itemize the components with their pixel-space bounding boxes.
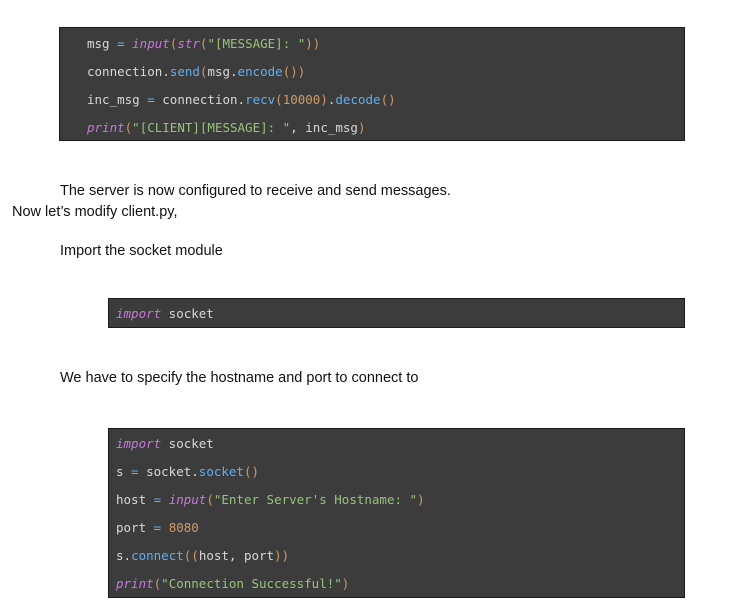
- paragraph-modify-client: Now let’s modify client.py,: [12, 204, 178, 220]
- code-token: =: [139, 92, 163, 107]
- code-token: 8080: [168, 520, 199, 535]
- code-token: s: [116, 548, 124, 563]
- code-token: input: [132, 36, 170, 51]
- code-token: 10000: [282, 92, 321, 107]
- code-token: port: [116, 520, 147, 535]
- paragraph-hostname-port: We have to specify the hostname and port…: [60, 370, 419, 386]
- code-token: "Enter Server's Hostname: ": [213, 492, 418, 507]
- code-line: s.connect((host, port)): [116, 548, 289, 564]
- code-token: send: [169, 64, 200, 79]
- code-token: (: [206, 492, 214, 507]
- code-token: "Connection Successful!": [161, 576, 342, 591]
- code-token: socket: [198, 464, 244, 479]
- code-token: .: [230, 64, 238, 79]
- code-token: print: [87, 120, 125, 135]
- code-line: msg = input(str("[MESSAGE]: ")): [87, 36, 320, 52]
- code-token: input: [168, 492, 207, 507]
- code-token: ): [357, 120, 366, 135]
- code-token: =: [146, 492, 169, 507]
- code-line: s = socket.socket(): [116, 464, 259, 480]
- code-token: , inc_msg: [290, 120, 358, 135]
- code-token: .: [237, 92, 246, 107]
- code-token: (: [275, 92, 283, 107]
- code-token: .: [162, 64, 170, 79]
- paragraph-import-socket: Import the socket module: [60, 243, 223, 259]
- code-token: =: [109, 36, 133, 51]
- code-line: host = input("Enter Server's Hostname: "…: [116, 492, 425, 508]
- code-token: host: [116, 492, 147, 507]
- code-token: host, port: [198, 548, 275, 563]
- code-line: print("[CLIENT][MESSAGE]: ", inc_msg): [87, 120, 365, 136]
- code-token: s: [116, 464, 124, 479]
- code-token: ): [417, 492, 425, 507]
- code-token: connect: [131, 548, 184, 563]
- code-block-import-socket: import socket: [108, 298, 685, 328]
- code-token: "[MESSAGE]: ": [207, 36, 306, 51]
- code-token: ((: [183, 548, 199, 563]
- code-token: .: [191, 464, 199, 479]
- code-token: (): [380, 92, 396, 107]
- code-token: )): [305, 36, 321, 51]
- code-token: .: [123, 548, 132, 563]
- code-line: connection.send(msg.encode()): [87, 64, 305, 80]
- code-token: decode: [335, 92, 381, 107]
- code-token: inc_msg: [87, 92, 140, 107]
- code-line: import socket: [116, 306, 214, 322]
- code-token: =: [123, 464, 147, 479]
- code-token: =: [146, 520, 169, 535]
- code-token: ): [341, 576, 350, 591]
- code-token: recv: [245, 92, 276, 107]
- code-token: connection: [162, 92, 238, 107]
- code-token: encode: [237, 64, 283, 79]
- code-line: port = 8080: [116, 520, 199, 536]
- code-line: import socket: [116, 436, 214, 452]
- code-block-client-connect: import socket s = socket.socket() host =…: [108, 428, 685, 598]
- code-line: print("Connection Successful!"): [116, 576, 349, 592]
- code-token: str: [177, 36, 200, 51]
- code-token: socket: [161, 436, 214, 451]
- code-token: print: [116, 576, 154, 591]
- code-token: ()): [282, 64, 306, 79]
- code-token: (): [243, 464, 260, 479]
- code-line: inc_msg = connection.recv(10000).decode(…: [87, 92, 396, 108]
- paragraph-server-configured: The server is now configured to receive …: [60, 183, 451, 199]
- code-token: socket: [161, 306, 214, 321]
- code-token: ): [320, 92, 328, 107]
- code-token: import: [116, 306, 162, 321]
- code-block-server-messaging: msg = input(str("[MESSAGE]: ")) connecti…: [59, 27, 685, 141]
- code-token: )): [274, 548, 290, 563]
- code-token: socket: [146, 464, 192, 479]
- code-token: msg: [87, 36, 110, 51]
- code-token: connection: [87, 64, 163, 79]
- code-token: "[CLIENT][MESSAGE]: ": [132, 120, 291, 135]
- code-token: msg: [207, 64, 231, 79]
- code-token: import: [116, 436, 162, 451]
